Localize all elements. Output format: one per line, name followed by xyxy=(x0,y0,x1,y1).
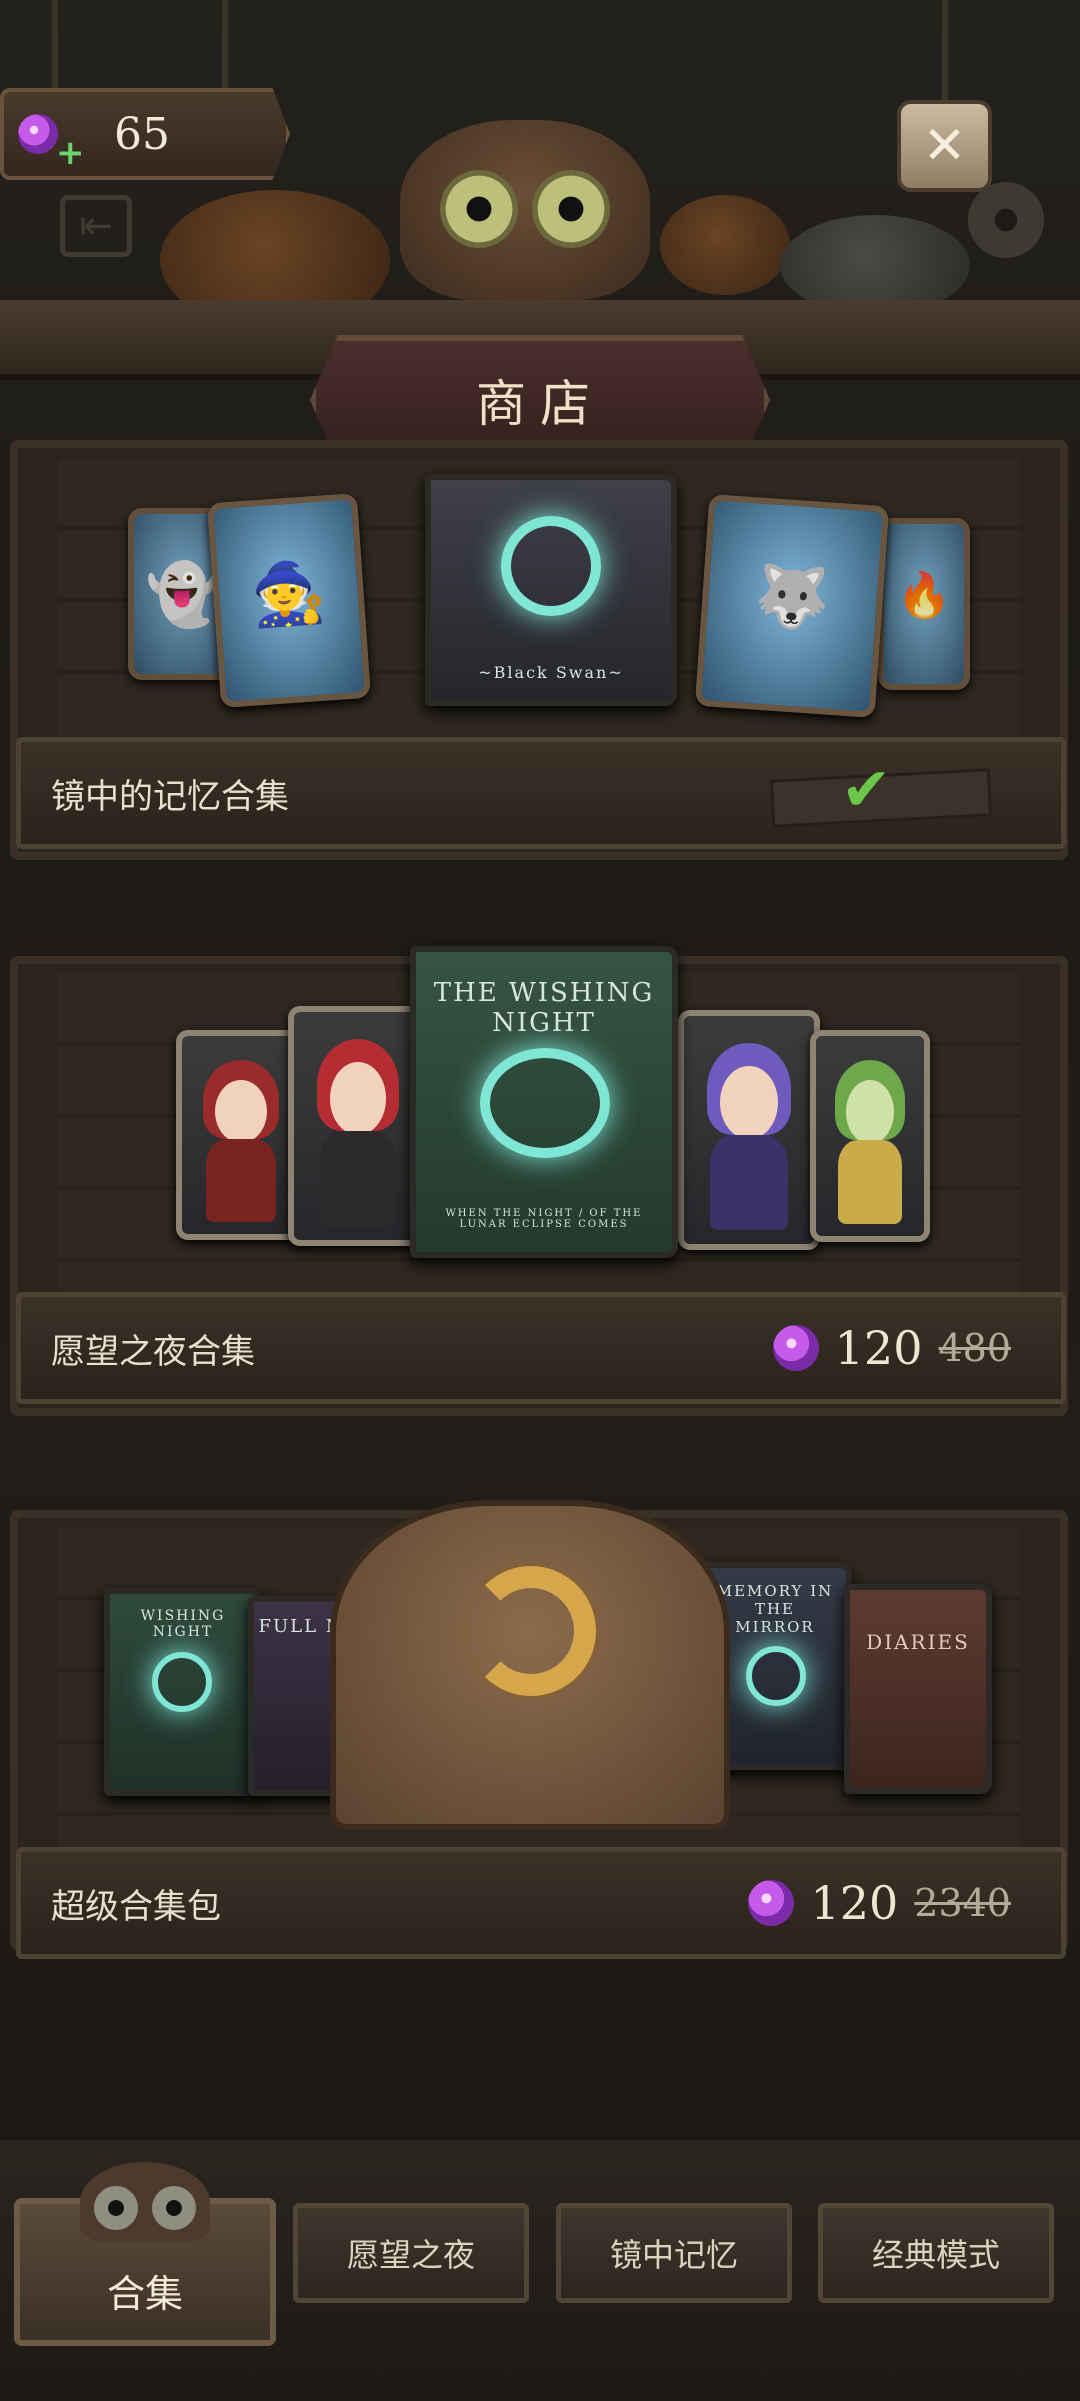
exit-icon: ⇤ xyxy=(79,203,113,249)
character-body xyxy=(837,1140,903,1224)
rope xyxy=(942,0,948,100)
exit-button[interactable]: ⇤ xyxy=(60,195,132,257)
book-title: THE WISHING NIGHT xyxy=(433,978,655,1038)
owl-tab-decoration xyxy=(80,2162,210,2242)
character-face xyxy=(720,1066,778,1140)
owned-check-icon: ✔ xyxy=(841,755,892,825)
book-title: DIARIES xyxy=(866,1630,970,1654)
mirror-card: 🧙 xyxy=(207,493,371,708)
original-price: 480 xyxy=(938,1326,1011,1370)
owl-eye xyxy=(94,2186,138,2230)
character-card xyxy=(678,1010,820,1250)
plus-icon: + xyxy=(56,133,85,173)
character-face xyxy=(215,1079,267,1143)
candy-icon xyxy=(18,114,58,154)
book-wishing-night[interactable]: THE WISHING NIGHT WHEN THE NIGHT / OF TH… xyxy=(410,946,678,1258)
rope xyxy=(52,0,58,88)
pumpkin-decoration xyxy=(660,195,790,295)
swirl-emblem xyxy=(152,1652,212,1712)
book-title: ~Black Swan~ xyxy=(478,663,624,682)
owl-eye xyxy=(532,170,610,248)
price: 120 xyxy=(810,1876,899,1930)
shelf-label-super-pack[interactable]: 超级合集包 120 2340 xyxy=(16,1847,1066,1959)
candy-icon xyxy=(772,1325,819,1371)
swirl-emblem xyxy=(480,1048,610,1158)
character-body xyxy=(319,1130,397,1227)
shelf-label-mirror-memory[interactable]: 镜中的记忆合集 ✔ xyxy=(16,737,1066,849)
backpack-bundle[interactable] xyxy=(330,1500,730,1830)
character-card xyxy=(810,1030,930,1242)
wolf-icon: 🐺 xyxy=(752,560,833,636)
price: 120 xyxy=(834,1321,923,1375)
owl-eye xyxy=(152,2186,196,2230)
character-body xyxy=(710,1134,788,1231)
gear-icon[interactable] xyxy=(968,182,1044,258)
tab-label: 镜中记忆 xyxy=(609,2236,738,2274)
collection-name: 超级合集包 xyxy=(51,1886,221,1927)
mirror-card: 🔥 xyxy=(878,518,970,690)
tab-label: 经典模式 xyxy=(871,2236,1000,2274)
swirl-emblem xyxy=(501,516,601,616)
character-face xyxy=(846,1080,894,1144)
owl-eye xyxy=(440,170,518,248)
close-icon: ✕ xyxy=(922,116,967,176)
collection-name: 愿望之夜合集 xyxy=(51,1331,255,1372)
price-box: 120 480 xyxy=(772,1297,1011,1399)
currency-display[interactable]: + 65 xyxy=(0,88,290,180)
character-card xyxy=(176,1030,306,1240)
page-title: 商店 xyxy=(476,375,604,433)
swirl-logo-icon xyxy=(466,1566,596,1696)
tab-mirror-memory[interactable]: 镜中记忆 xyxy=(556,2203,792,2303)
book-title: WISHING NIGHT xyxy=(140,1608,226,1640)
original-price: 2340 xyxy=(914,1881,1011,1925)
tab-classic-mode[interactable]: 经典模式 xyxy=(818,2203,1054,2303)
close-button[interactable]: ✕ xyxy=(897,100,992,192)
character-face xyxy=(329,1062,387,1136)
flame-icon: 🔥 xyxy=(896,569,952,621)
price-box: 120 2340 xyxy=(748,1852,1011,1954)
book-wishing-night-small: WISHING NIGHT xyxy=(104,1588,262,1796)
mirror-card: 🐺 xyxy=(694,493,890,719)
book-diaries: DIARIES xyxy=(844,1584,992,1794)
tab-label: 合集 xyxy=(106,2272,183,2316)
shelf-label-wishing-night[interactable]: 愿望之夜合集 120 480 xyxy=(16,1292,1066,1404)
character-card xyxy=(288,1006,428,1246)
book-black-swan[interactable]: ~Black Swan~ xyxy=(425,474,677,706)
candy-icon xyxy=(748,1880,795,1926)
tab-label: 愿望之夜 xyxy=(346,2236,475,2274)
currency-value: 65 xyxy=(114,108,170,160)
owl-mascot xyxy=(400,120,650,300)
book-subtitle: WHEN THE NIGHT / OF THE LUNAR ECLIPSE CO… xyxy=(445,1208,643,1230)
rope xyxy=(222,0,228,88)
tab-wishing-night[interactable]: 愿望之夜 xyxy=(293,2203,529,2303)
collection-name: 镜中的记忆合集 xyxy=(51,776,289,817)
swirl-emblem xyxy=(746,1646,806,1706)
witch-hat-icon: 🧙 xyxy=(248,556,329,632)
character-body xyxy=(205,1138,277,1223)
